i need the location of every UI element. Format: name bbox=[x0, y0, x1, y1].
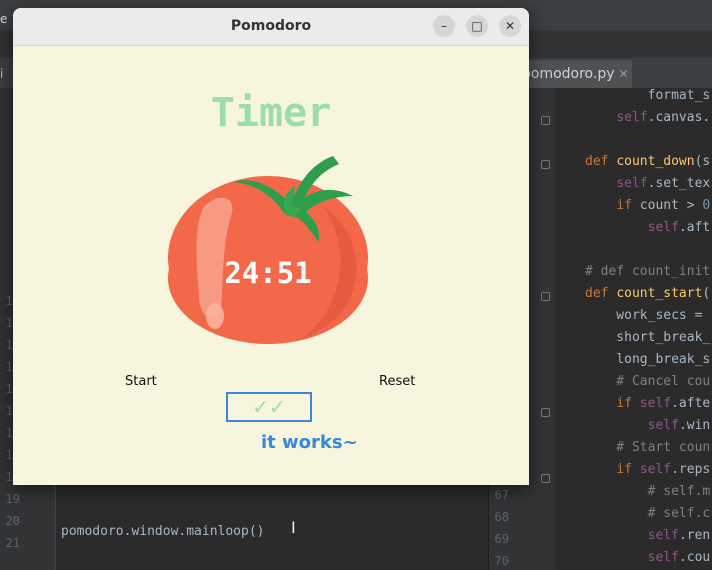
code-line: def count_start( bbox=[585, 286, 711, 301]
code-line: # self.m bbox=[585, 484, 711, 499]
code-line: # Cancel cou bbox=[585, 374, 711, 389]
close-icon: ✕ bbox=[504, 19, 516, 33]
code-line: long_break_s bbox=[585, 352, 711, 367]
code-line: format_s bbox=[585, 88, 711, 103]
code-line: def count_down(s bbox=[585, 154, 711, 169]
timer-heading: Timer bbox=[210, 90, 332, 136]
code-line: if self.reps bbox=[616, 462, 711, 477]
fold-toggle-icon[interactable] bbox=[541, 116, 550, 125]
text-cursor-icon: Ⅰ bbox=[291, 518, 296, 537]
fold-toggle-icon[interactable] bbox=[541, 160, 550, 169]
checkmark-icons: ✓✓ bbox=[252, 395, 286, 419]
close-button[interactable]: ✕ bbox=[499, 15, 521, 37]
code-line: # self.c bbox=[585, 506, 711, 521]
countdown-display: 24:51 bbox=[224, 256, 312, 290]
code-line: self.aft bbox=[647, 220, 711, 235]
ide-tab-left[interactable]: i bbox=[0, 62, 14, 86]
code-line: work_secs = bbox=[585, 308, 703, 323]
status-message: it works~ bbox=[261, 432, 358, 453]
maximize-icon: □ bbox=[471, 19, 483, 33]
right-editor[interactable]: format_s self.canvas. def count_down(s se… bbox=[555, 88, 712, 570]
line-number: 21 bbox=[5, 536, 20, 550]
code-line: # Start coun bbox=[585, 440, 711, 455]
code-line: self.canvas. bbox=[616, 110, 711, 125]
code-line: self.cou bbox=[647, 550, 711, 565]
code-line: # def count_init bbox=[585, 264, 711, 279]
maximize-button[interactable]: □ bbox=[466, 15, 488, 37]
window-titlebar[interactable]: Pomodoro – □ ✕ bbox=[13, 8, 529, 46]
line-number: 70 bbox=[494, 554, 509, 568]
minimize-button[interactable]: – bbox=[433, 15, 455, 37]
code-line: self.ren bbox=[647, 528, 711, 543]
line-number: 69 bbox=[494, 532, 509, 546]
tab-label: pomodoro.py bbox=[522, 66, 615, 82]
close-icon[interactable]: ✕ bbox=[619, 67, 629, 81]
line-number: 67 bbox=[494, 488, 509, 502]
code-line-mainloop: pomodoro.window.mainloop() bbox=[61, 524, 265, 539]
code-line: if count > 0 bbox=[616, 198, 711, 213]
tab-pomodoro-py[interactable]: pomodoro.py ✕ bbox=[514, 60, 632, 88]
code-line: short_break_ bbox=[585, 330, 711, 345]
code-line: self.set_tex bbox=[616, 176, 711, 191]
minimize-icon: – bbox=[441, 19, 447, 33]
tomato-highlight-dot bbox=[206, 303, 224, 329]
ide-menu-fragment[interactable]: e bbox=[0, 12, 7, 26]
line-number: 19 bbox=[5, 492, 20, 506]
pomodoro-window: Pomodoro – □ ✕ Timer 24:51 Start Reset ✓… bbox=[13, 8, 529, 485]
code-line: self.win bbox=[647, 418, 711, 433]
line-number: 68 bbox=[494, 510, 509, 524]
code-line: if self.afte bbox=[616, 396, 711, 411]
tomato-image bbox=[168, 156, 368, 344]
line-number: 20 bbox=[5, 514, 20, 528]
checkmarks-box: ✓✓ bbox=[226, 392, 312, 422]
reset-button[interactable]: Reset bbox=[379, 374, 415, 389]
fold-toggle-icon[interactable] bbox=[541, 408, 550, 417]
start-button[interactable]: Start bbox=[125, 374, 157, 389]
fold-toggle-icon[interactable] bbox=[541, 474, 550, 483]
fold-toggle-icon[interactable] bbox=[541, 292, 550, 301]
